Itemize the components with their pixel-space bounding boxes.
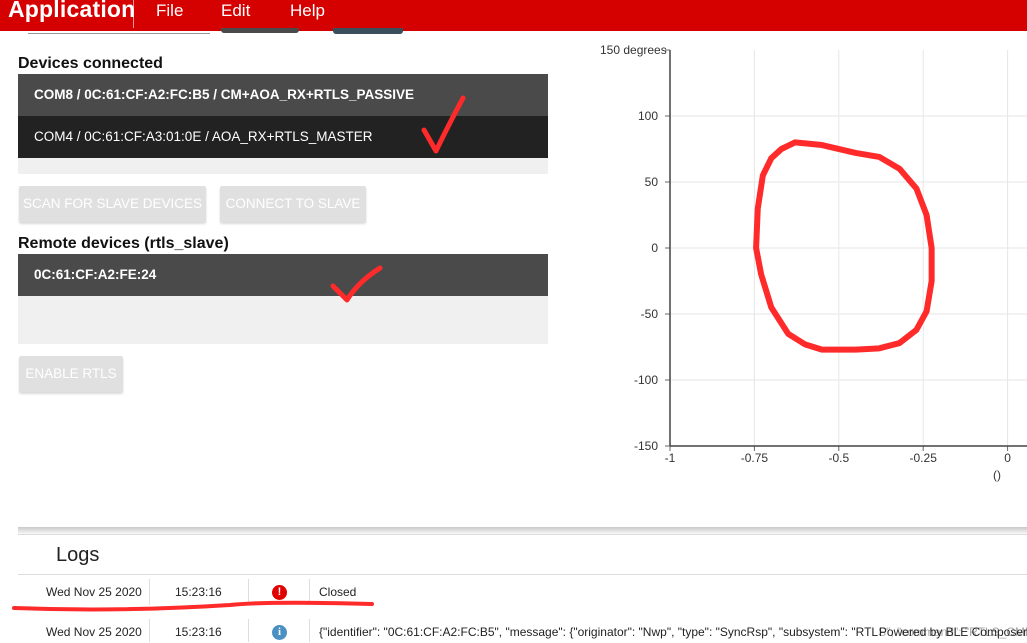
x-axis-label: ()	[993, 468, 1001, 482]
column-divider	[248, 619, 249, 642]
devices-connected-list: COM8 / 0C:61:CF:A2:FC:B5 / CM+AOA_RX+RTL…	[18, 74, 548, 174]
y-axis-label: 150 degrees	[600, 43, 667, 57]
menu-edit[interactable]: Edit	[221, 1, 250, 21]
y-tick-label: 100	[638, 109, 658, 123]
log-row[interactable]: Wed Nov 25 2020 15:23:16 i {"identifier"…	[18, 615, 1027, 642]
logs-title: Logs	[56, 544, 100, 566]
title-divider	[133, 0, 134, 28]
enable-rtls-button[interactable]: ENABLE RTLS	[19, 356, 123, 392]
y-tick-label: 50	[645, 175, 659, 189]
y-tick-label: 0	[651, 241, 658, 255]
x-tick-label: 0	[1004, 451, 1011, 465]
app-title: Application	[8, 0, 136, 22]
column-divider	[248, 579, 249, 605]
remote-devices-title: Remote devices (rtls_slave)	[18, 235, 229, 252]
y-tick-label: -50	[641, 307, 659, 321]
column-divider	[149, 619, 150, 642]
scan-slave-devices-button[interactable]: SCAN FOR SLAVE DEVICES	[19, 186, 206, 222]
log-date: Wed Nov 25 2020	[46, 625, 142, 639]
connect-to-slave-button[interactable]: CONNECT TO SLAVE	[220, 186, 366, 222]
menu-help[interactable]: Help	[290, 1, 325, 21]
log-date: Wed Nov 25 2020	[46, 585, 142, 599]
column-divider	[149, 579, 150, 605]
info-icon: i	[272, 625, 287, 640]
log-time: 15:23:16	[175, 585, 222, 599]
log-time: 15:23:16	[175, 625, 222, 639]
app-header: Application File Edit Help	[0, 0, 1027, 31]
devices-connected-title: Devices connected	[18, 55, 163, 72]
scrolled-button[interactable]	[221, 28, 299, 33]
log-row[interactable]: Wed Nov 25 2020 15:23:16 ! Closed	[18, 575, 1027, 609]
chart-grid	[670, 50, 1027, 447]
remote-devices-list: 0C:61:CF:A2:FE:24	[18, 254, 548, 344]
series-line	[753, 139, 935, 353]
chart-axes: 100 50 0 -50 -100 -150 -1 -0.75 -0.5 -0.25 0	[634, 49, 1027, 465]
x-tick-label: -0.75	[741, 451, 769, 465]
y-tick-label: -150	[634, 439, 658, 453]
menu-file[interactable]: File	[156, 1, 183, 21]
device-item[interactable]: COM4 / 0C:61:CF:A3:01:0E / AOA_RX+RTLS_M…	[18, 116, 548, 158]
column-divider	[309, 579, 310, 605]
scrolled-button[interactable]	[333, 28, 403, 34]
x-tick-label: -0.5	[828, 451, 849, 465]
x-tick-label: -0.25	[910, 451, 938, 465]
angle-chart: 100 50 0 -50 -100 -150 -1 -0.75 -0.5 -0.25 0 150 d…	[600, 43, 1027, 482]
log-message: Closed	[319, 585, 357, 599]
x-tick-label: -1	[665, 451, 676, 465]
device-item[interactable]: COM8 / 0C:61:CF:A2:FC:B5 / CM+AOA_RX+RTL…	[18, 74, 548, 116]
column-divider	[309, 619, 310, 642]
port-select-underline[interactable]	[28, 33, 210, 34]
remote-device-item[interactable]: 0C:61:CF:A2:FE:24	[18, 254, 548, 296]
chart-series	[753, 139, 935, 353]
error-icon: !	[272, 585, 287, 600]
y-tick-label: -100	[634, 373, 658, 387]
powered-by: Powered by BLE Composer	[878, 625, 1027, 639]
